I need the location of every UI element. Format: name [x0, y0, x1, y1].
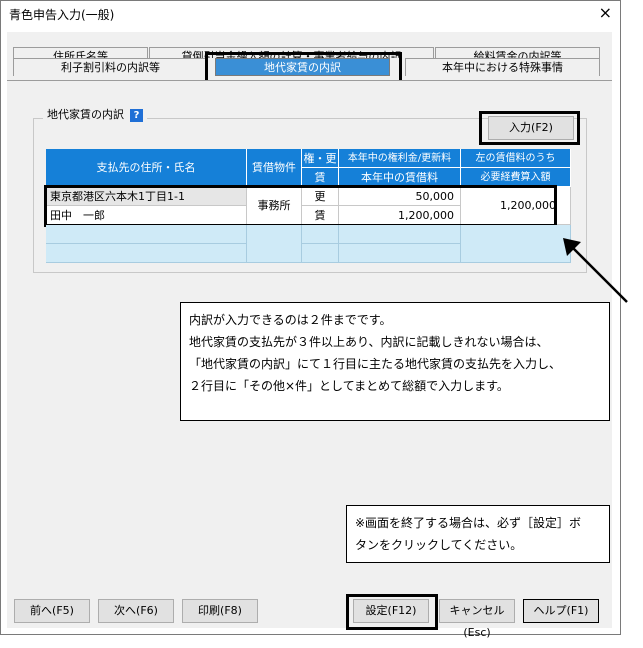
prev-button-label: 前へ(F5)	[30, 604, 74, 617]
tab-special-circumstances[interactable]: 本年中における特殊事情	[405, 58, 600, 76]
help-button-label: ヘルプ(F1)	[533, 604, 589, 617]
header-text: 支払先の住所・氏名	[96, 161, 196, 174]
note-line: 内訳が入力できるのは２件までです。	[189, 313, 392, 327]
help-button[interactable]: ヘルプ(F1)	[523, 599, 599, 623]
tab-label: 住所氏名等	[53, 50, 108, 58]
empty-address-field[interactable]	[46, 225, 247, 244]
callout-arrow	[563, 238, 628, 303]
header-amount-top: 本年中の権利金/更新料	[339, 149, 461, 168]
note-line: タンをクリックしてください。	[355, 538, 523, 552]
header-text: 権・更	[303, 152, 337, 165]
highlight-save-button	[346, 594, 438, 630]
header-text: 本年中の権利金/更新料	[347, 153, 452, 164]
print-button[interactable]: 印刷(F8)	[182, 599, 258, 623]
highlight-input-button	[479, 111, 580, 145]
question-icon[interactable]: ?	[130, 108, 143, 122]
note-callout-1: 内訳が入力できるのは２件までです。 地代家賃の支払先が３件以上あり、内訳に記載し…	[180, 302, 610, 421]
empty-rent-amount-field[interactable]	[339, 244, 461, 263]
highlight-row-1	[44, 185, 557, 227]
next-button[interactable]: 次へ(F6)	[98, 599, 174, 623]
tab-interest[interactable]: 利子割引料の内訳等	[13, 58, 208, 76]
header-deductible-top: 左の賃借料のうち	[461, 149, 571, 168]
tab-label: 給料賃金の内訳等	[473, 50, 562, 58]
group-title: 地代家賃の内訳?	[43, 106, 147, 122]
group-label: 地代家賃の内訳	[47, 108, 124, 121]
tab-salary[interactable]: 給料賃金の内訳等	[435, 47, 600, 58]
header-text: 必要経費算入額	[480, 172, 551, 183]
print-button-label: 印刷(F8)	[198, 604, 242, 617]
prev-button[interactable]: 前へ(F5)	[14, 599, 90, 623]
tab-address[interactable]: 住所氏名等	[13, 47, 148, 58]
note-line: 地代家賃の支払先が３件以上あり、内訳に記載しきれない場合は、	[189, 335, 549, 349]
note-line: ※画面を終了する場合は、必ず［設定］ボ	[355, 516, 582, 530]
header-text: 本年中の賃借料	[361, 171, 438, 184]
header-property: 賃借物件	[247, 149, 302, 187]
header-payee: 支払先の住所・氏名	[46, 149, 247, 187]
empty-property-field[interactable]	[247, 225, 302, 263]
close-icon[interactable]: ×	[599, 3, 612, 22]
header-text: 賃	[314, 171, 326, 184]
tab-label: 利子割引料の内訳等	[61, 61, 160, 74]
window-title: 青色申告入力(一般)	[9, 8, 115, 22]
empty-renewal-fee-field[interactable]	[339, 225, 461, 244]
header-rights-top: 権・更	[302, 149, 339, 168]
next-button-label: 次へ(F6)	[114, 604, 158, 617]
note-line: ２行目に「その他×件」としてまとめて総額で入力します。	[189, 379, 509, 393]
header-text: 左の賃借料のうち	[475, 153, 556, 164]
empty-type-top-field[interactable]	[302, 225, 339, 244]
title-bar: 青色申告入力(一般) ×	[1, 1, 620, 27]
note-callout-2: ※画面を終了する場合は、必ず［設定］ボ タンをクリックしてください。	[346, 505, 610, 563]
note-line: 「地代家賃の内訳」にて１行目に主たる地代家賃の支払先を入力し、	[189, 357, 562, 371]
header-text: 賃借物件	[252, 161, 296, 174]
empty-name-field[interactable]	[46, 244, 247, 263]
cancel-button[interactable]: キャンセル(Esc)	[439, 599, 515, 639]
empty-type-bottom-field[interactable]	[302, 244, 339, 263]
tab-label: 本年中における特殊事情	[442, 61, 563, 74]
